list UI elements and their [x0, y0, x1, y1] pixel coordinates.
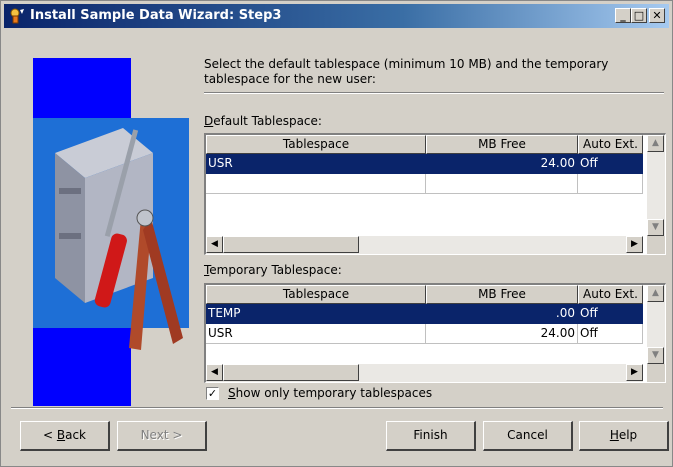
next-button[interactable]: Next >	[117, 421, 207, 451]
scroll-thumb[interactable]	[223, 236, 359, 253]
empty-table-row[interactable]	[206, 174, 643, 194]
scroll-left-button[interactable]: ◀	[206, 236, 223, 253]
cell-tablespace: TEMP	[206, 304, 426, 324]
show-only-temporary-label[interactable]: Show only temporary tablespaces	[228, 386, 432, 400]
scroll-left-button[interactable]: ◀	[206, 364, 223, 381]
help-button[interactable]: Help	[579, 421, 669, 451]
finish-button[interactable]: Finish	[386, 421, 476, 451]
button-separator	[11, 407, 663, 409]
default-tablespace-label: Default Tablespace:	[204, 114, 322, 128]
scrollbar-corner	[647, 236, 665, 254]
wizard-app-icon	[10, 8, 24, 24]
scroll-down-button[interactable]: ▼	[647, 219, 664, 236]
column-header-tablespace[interactable]: Tablespace	[206, 285, 426, 304]
table-row[interactable]: USR 24.00 Off	[206, 324, 643, 344]
filing-cabinet-tools-image	[55, 128, 183, 350]
scroll-right-button[interactable]: ▶	[626, 364, 643, 381]
default-tablespace-grid[interactable]: Tablespace MB Free Auto Ext. USR 24.00 O…	[204, 133, 666, 255]
column-header-mb-free[interactable]: MB Free	[426, 135, 578, 154]
cell-auto-ext: Off	[578, 304, 643, 324]
horizontal-scrollbar[interactable]: ◀ ▶	[206, 236, 643, 254]
cell-tablespace-empty	[206, 174, 426, 194]
temporary-tablespace-label: Temporary Tablespace:	[204, 263, 342, 277]
cell-tablespace: USR	[206, 324, 426, 344]
cancel-button[interactable]: Cancel	[483, 421, 573, 451]
title-bar[interactable]: Install Sample Data Wizard: Step3 _ □ ✕	[4, 4, 669, 28]
cell-auto-ext: Off	[578, 324, 643, 344]
wizard-window: Install Sample Data Wizard: Step3 _ □ ✕ …	[0, 0, 673, 467]
table-row[interactable]: TEMP .00 Off	[206, 304, 643, 324]
grid-header: Tablespace MB Free Auto Ext.	[206, 135, 643, 154]
temporary-tablespace-grid[interactable]: Tablespace MB Free Auto Ext. TEMP .00 Of…	[204, 283, 666, 383]
back-button[interactable]: < Back	[20, 421, 110, 451]
intro-text: Select the default tablespace (minimum 1…	[204, 57, 609, 86]
column-header-auto-ext[interactable]: Auto Ext.	[578, 135, 643, 154]
intro-separator	[204, 92, 664, 94]
show-only-temporary-checkbox[interactable]: ✓	[206, 387, 219, 400]
scroll-up-button[interactable]: ▲	[647, 285, 664, 302]
scroll-up-button[interactable]: ▲	[647, 135, 664, 152]
column-header-mb-free[interactable]: MB Free	[426, 285, 578, 304]
table-row[interactable]: USR 24.00 Off	[206, 154, 643, 174]
scroll-down-button[interactable]: ▼	[647, 347, 664, 364]
column-header-auto-ext[interactable]: Auto Ext.	[578, 285, 643, 304]
horizontal-scrollbar[interactable]: ◀ ▶	[206, 364, 643, 382]
wizard-illustration	[33, 58, 189, 406]
scroll-right-button[interactable]: ▶	[626, 236, 643, 253]
vertical-scrollbar[interactable]: ▲ ▼	[647, 135, 665, 236]
grid-header: Tablespace MB Free Auto Ext.	[206, 285, 643, 304]
minimize-button[interactable]: _	[615, 8, 631, 23]
close-button[interactable]: ✕	[649, 8, 665, 23]
vertical-scrollbar[interactable]: ▲ ▼	[647, 285, 665, 364]
cell-mb-free: 24.00	[426, 154, 578, 174]
window-title: Install Sample Data Wizard: Step3	[30, 8, 282, 23]
cell-mb-free-empty	[426, 174, 578, 194]
cell-mb-free: 24.00	[426, 324, 578, 344]
maximize-button[interactable]: □	[631, 8, 647, 23]
scrollbar-corner	[647, 364, 665, 382]
cell-auto-ext: Off	[578, 154, 643, 174]
column-header-tablespace[interactable]: Tablespace	[206, 135, 426, 154]
scroll-thumb[interactable]	[223, 364, 359, 381]
cell-mb-free: .00	[426, 304, 578, 324]
cell-auto-ext-empty	[578, 174, 643, 194]
cell-tablespace: USR	[206, 154, 426, 174]
